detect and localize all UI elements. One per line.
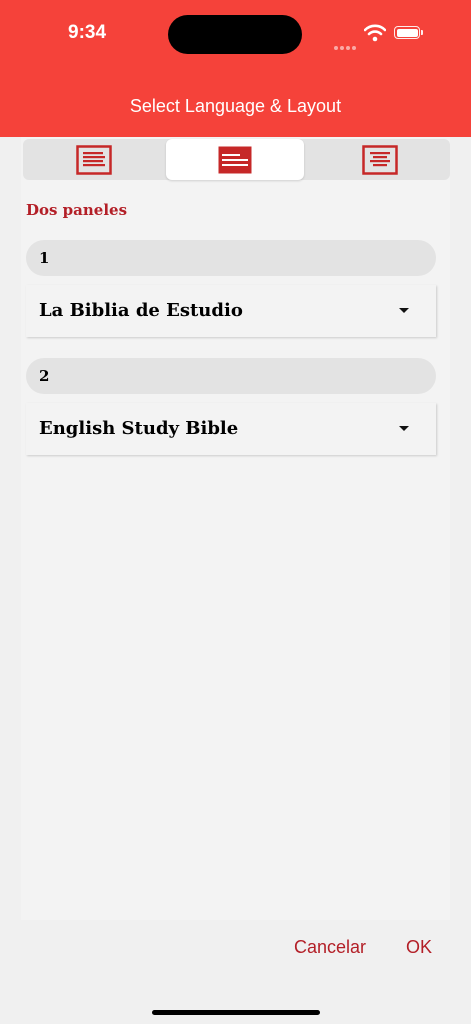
pane-1-selected-bible: La Biblia de Estudio xyxy=(39,300,243,321)
two-pane-layout-icon xyxy=(218,146,252,173)
dialog-title: Select Language & Layout xyxy=(129,96,342,116)
pane-2-number: 2 xyxy=(39,367,50,385)
single-pane-layout-icon xyxy=(76,144,112,175)
wifi-icon xyxy=(364,24,386,42)
ok-button[interactable]: OK xyxy=(406,937,432,958)
pane-2-label: 2 xyxy=(26,358,436,394)
pane-1-number: 1 xyxy=(39,249,50,267)
layout-tabs xyxy=(23,139,450,180)
home-indicator xyxy=(152,1010,320,1015)
tab-two-pane[interactable] xyxy=(166,139,304,180)
pane-2-bible-select[interactable]: English Study Bible xyxy=(26,403,436,455)
section-heading: Dos paneles xyxy=(26,201,128,219)
status-time: 9:34 xyxy=(68,22,107,43)
cellular-signal-icon xyxy=(334,37,358,55)
chevron-down-icon xyxy=(399,426,409,431)
layout-dialog: Dos paneles 1 La Biblia de Estudio 2 Eng… xyxy=(21,137,450,920)
centered-layout-icon xyxy=(362,144,398,175)
pane-1-bible-select[interactable]: La Biblia de Estudio xyxy=(26,285,436,337)
pane-2-selected-bible: English Study Bible xyxy=(39,418,239,439)
battery-icon xyxy=(394,26,423,39)
pane-1-label: 1 xyxy=(26,240,436,276)
chevron-down-icon xyxy=(399,308,409,313)
cancel-button[interactable]: Cancelar xyxy=(294,937,366,958)
dynamic-island xyxy=(168,15,302,54)
tab-single-pane[interactable] xyxy=(25,139,163,180)
header-bar: 9:34 Select Language & Layout xyxy=(0,0,471,137)
tab-centered[interactable] xyxy=(311,139,449,180)
